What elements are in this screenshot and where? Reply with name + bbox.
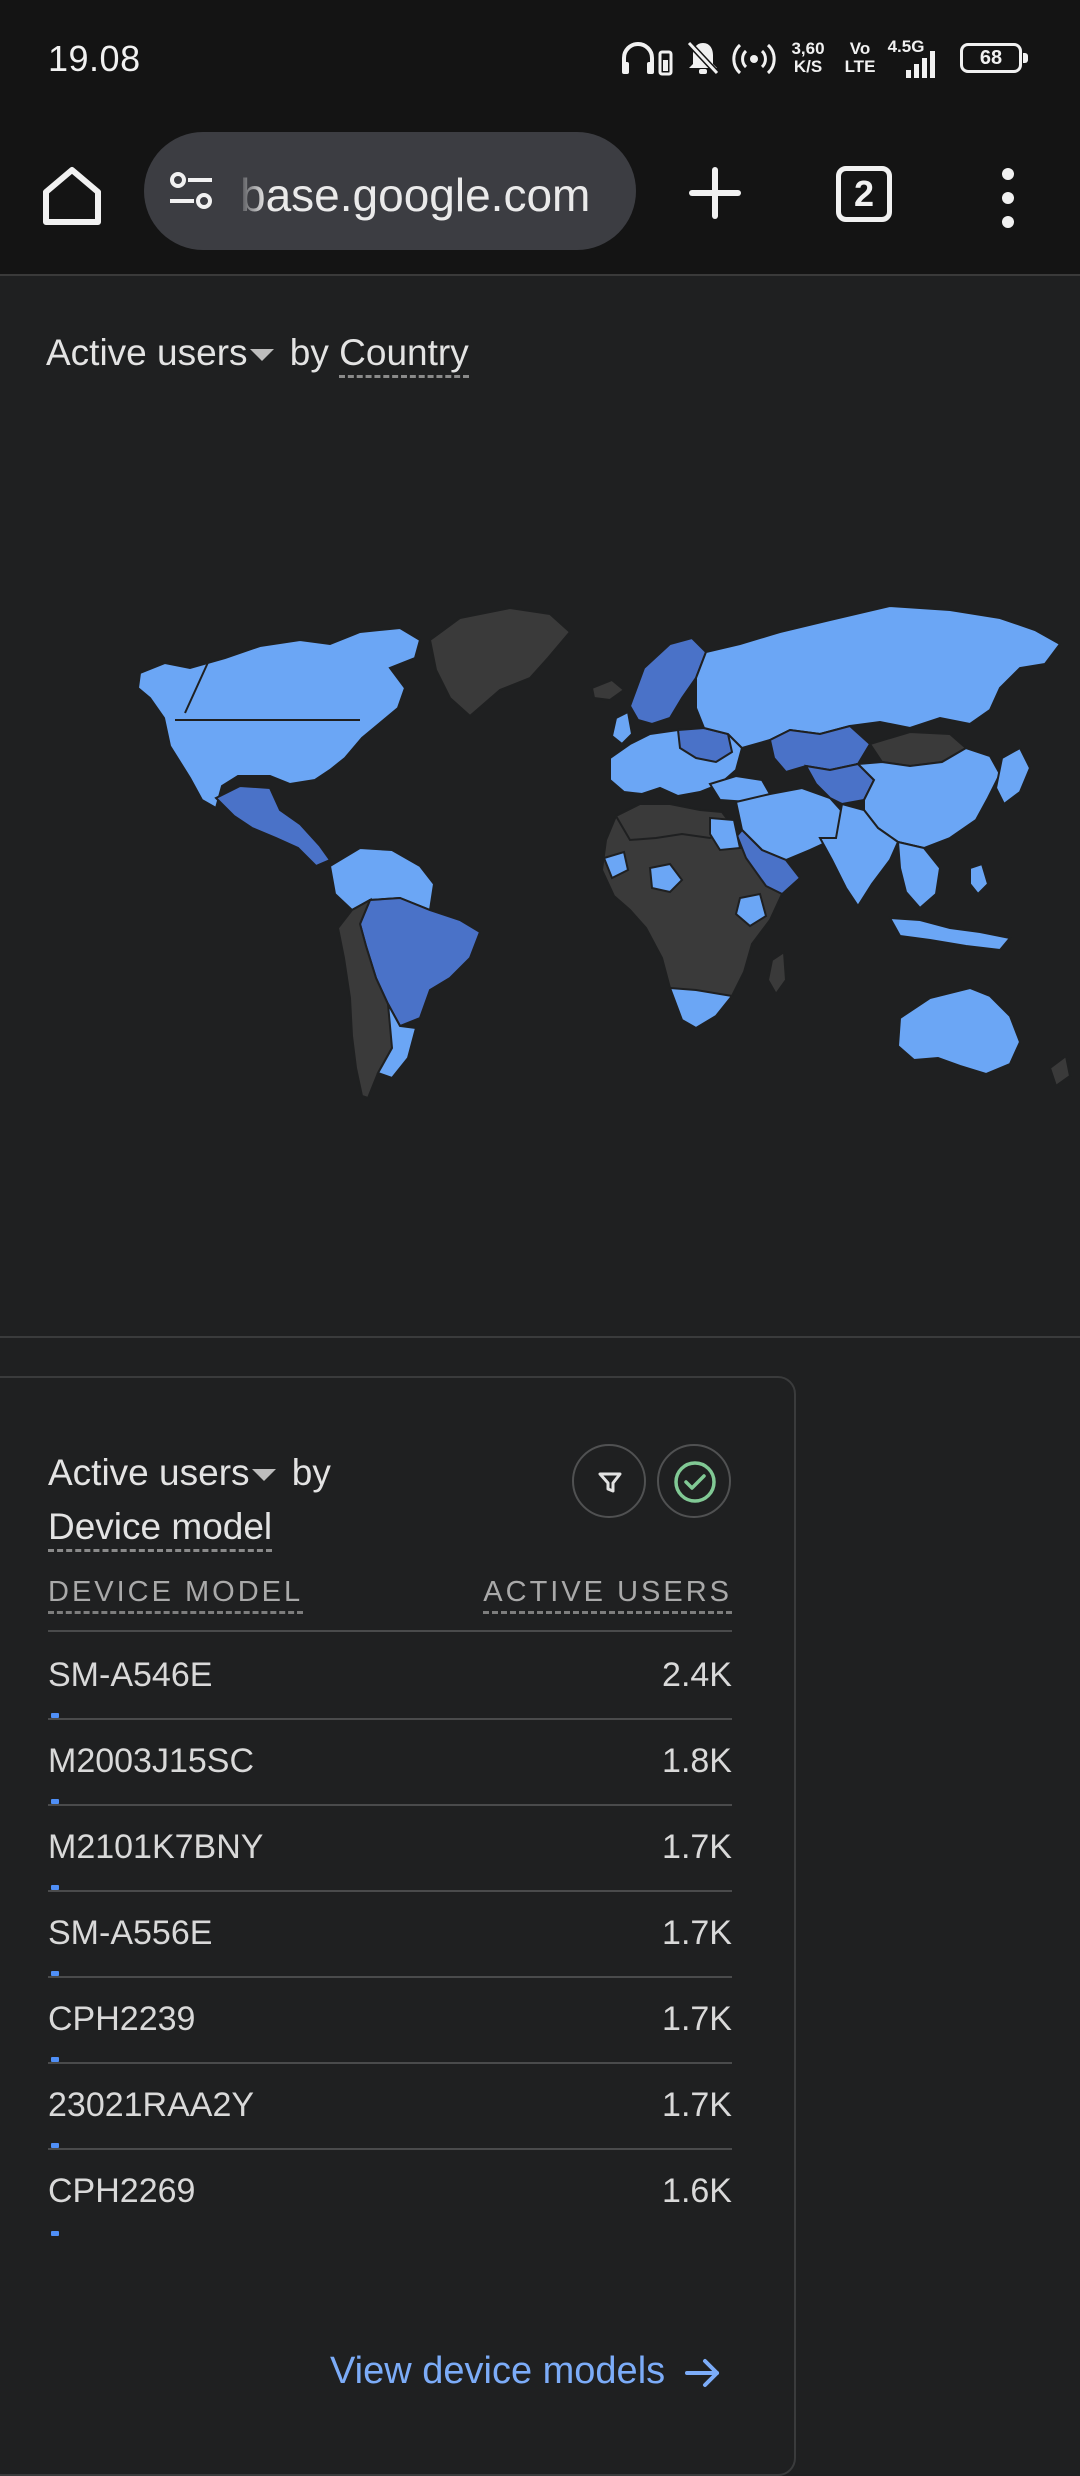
active-users-cell: 2.4K (662, 1656, 732, 1694)
active-users-cell: 1.8K (662, 1742, 732, 1780)
table-row[interactable]: SM-A546E 2.4K (48, 1634, 732, 1720)
active-users-by-device-model-card: Active users by Device model DEVICE MODE… (0, 1376, 796, 2476)
map-region-mexico (214, 784, 332, 868)
device-model-cell: M2003J15SC (48, 1742, 255, 1780)
active-users-cell: 1.7K (662, 1914, 732, 1952)
table-header: DEVICE MODEL ACTIVE USERS (48, 1570, 732, 1632)
compare-check-button[interactable] (657, 1444, 731, 1518)
bell-off-icon (686, 40, 720, 76)
table-row[interactable]: CPH2239 1.7K (48, 1978, 732, 2064)
tab-switcher-button[interactable]: 2 (836, 166, 892, 222)
map-region-australia (896, 986, 1022, 1076)
device-card-title: Active users by Device model (48, 1446, 408, 1554)
filter-button[interactable] (572, 1444, 646, 1518)
by-text: by (289, 332, 329, 373)
map-region-uk (610, 710, 634, 746)
plus-icon[interactable] (680, 158, 750, 228)
map-region-madagascar (766, 950, 788, 996)
metric-label[interactable]: Active users (46, 332, 248, 373)
row-share-bar (51, 1885, 59, 1890)
site-settings-icon[interactable] (168, 170, 214, 212)
device-model-cell: CPH2239 (48, 2000, 196, 2038)
device-metric-selector[interactable]: Active users (48, 1452, 282, 1493)
row-share-bar (51, 1799, 59, 1804)
row-share-bar (51, 2143, 59, 2148)
volte-top: Vo (849, 39, 871, 58)
map-region-southeast-asia (896, 840, 942, 910)
row-share-bar (51, 2057, 59, 2062)
caret-down-icon[interactable] (249, 349, 274, 362)
dimension-selector[interactable]: Country (339, 332, 469, 378)
view-link-label[interactable]: View device models (330, 2350, 665, 2392)
active-users-cell: 1.7K (662, 2000, 732, 2038)
net-speed-value: 3,60 (791, 39, 825, 58)
device-model-cell: SM-A546E (48, 1656, 213, 1694)
status-icons: 3,60 K/S Vo LTE 4.5G 68 (620, 30, 1080, 90)
row-share-bar (51, 2231, 59, 2236)
headphones-battery-icon (622, 42, 673, 76)
map-region-north-america (136, 626, 422, 810)
caret-down-icon[interactable] (251, 1469, 276, 1482)
map-region-philippines (969, 862, 990, 896)
table-row[interactable]: CPH2269 1.6K (48, 2150, 732, 2236)
map-region-south-africa (668, 986, 734, 1030)
world-map[interactable] (130, 548, 1080, 1108)
address-bar[interactable]: base.google.com (144, 132, 636, 250)
device-dimension-selector[interactable]: Device model (48, 1506, 273, 1552)
map-region-indonesia (888, 916, 1012, 952)
device-model-cell: M2101K7BNY (48, 1828, 264, 1866)
status-bar: 19.08 3,60 K/S Vo LTE 4.5G 68 (0, 0, 1080, 118)
map-region-japan (994, 746, 1032, 806)
hotspot-icon (732, 43, 776, 75)
url-fade (236, 158, 266, 224)
device-metric-label[interactable]: Active users (48, 1452, 250, 1493)
active-users-cell: 1.6K (662, 2172, 732, 2210)
column-header-active-users[interactable]: ACTIVE USERS (483, 1576, 732, 1614)
table-row[interactable]: M2003J15SC 1.8K (48, 1720, 732, 1806)
volte-bottom: LTE (844, 57, 876, 76)
map-region-iceland (590, 678, 626, 702)
check-circle-icon (674, 1461, 716, 1503)
volte-indicator: Vo LTE (842, 40, 878, 76)
url-text[interactable]: base.google.com (240, 168, 620, 222)
device-model-cell: SM-A556E (48, 1914, 213, 1952)
device-model-cell: CPH2269 (48, 2172, 196, 2210)
net-speed-unit: K/S (793, 57, 823, 76)
active-users-cell: 1.7K (662, 1828, 732, 1866)
table-row[interactable]: M2101K7BNY 1.7K (48, 1806, 732, 1892)
map-region-scandinavia (628, 636, 708, 726)
arrow-right-icon[interactable] (683, 2353, 723, 2393)
column-header-device-model[interactable]: DEVICE MODEL (48, 1576, 304, 1614)
map-region-russia (695, 604, 1062, 750)
status-time: 19.08 (48, 38, 141, 79)
home-icon[interactable] (36, 160, 108, 232)
battery-indicator: 68 (960, 43, 1028, 73)
map-card-title: Active users by Country (46, 332, 469, 378)
active-users-by-country-card: Active users by Country (0, 278, 1080, 1338)
map-region-new-zealand (1048, 1054, 1072, 1088)
map-region-greenland (428, 606, 572, 718)
network-speed: 3,60 K/S (786, 40, 830, 76)
row-share-bar (51, 1971, 59, 1976)
filter-icon (598, 1472, 622, 1493)
active-users-cell: 1.7K (662, 2086, 732, 2124)
view-device-models-link[interactable]: View device models (330, 2350, 723, 2393)
device-by-text: by (291, 1452, 331, 1493)
table-row[interactable]: 23021RAA2Y 1.7K (48, 2064, 732, 2150)
row-share-bar (51, 1713, 59, 1718)
more-vert-icon[interactable] (980, 158, 1036, 238)
browser-toolbar: base.google.com 2 (0, 118, 1080, 276)
device-model-cell: 23021RAA2Y (48, 2086, 255, 2124)
device-table: SM-A546E 2.4K M2003J15SC 1.8K M2101K7BNY… (48, 1634, 732, 2236)
table-row[interactable]: SM-A556E 1.7K (48, 1892, 732, 1978)
metric-selector[interactable]: Active users (46, 332, 280, 373)
signal-bars-icon (906, 51, 935, 78)
